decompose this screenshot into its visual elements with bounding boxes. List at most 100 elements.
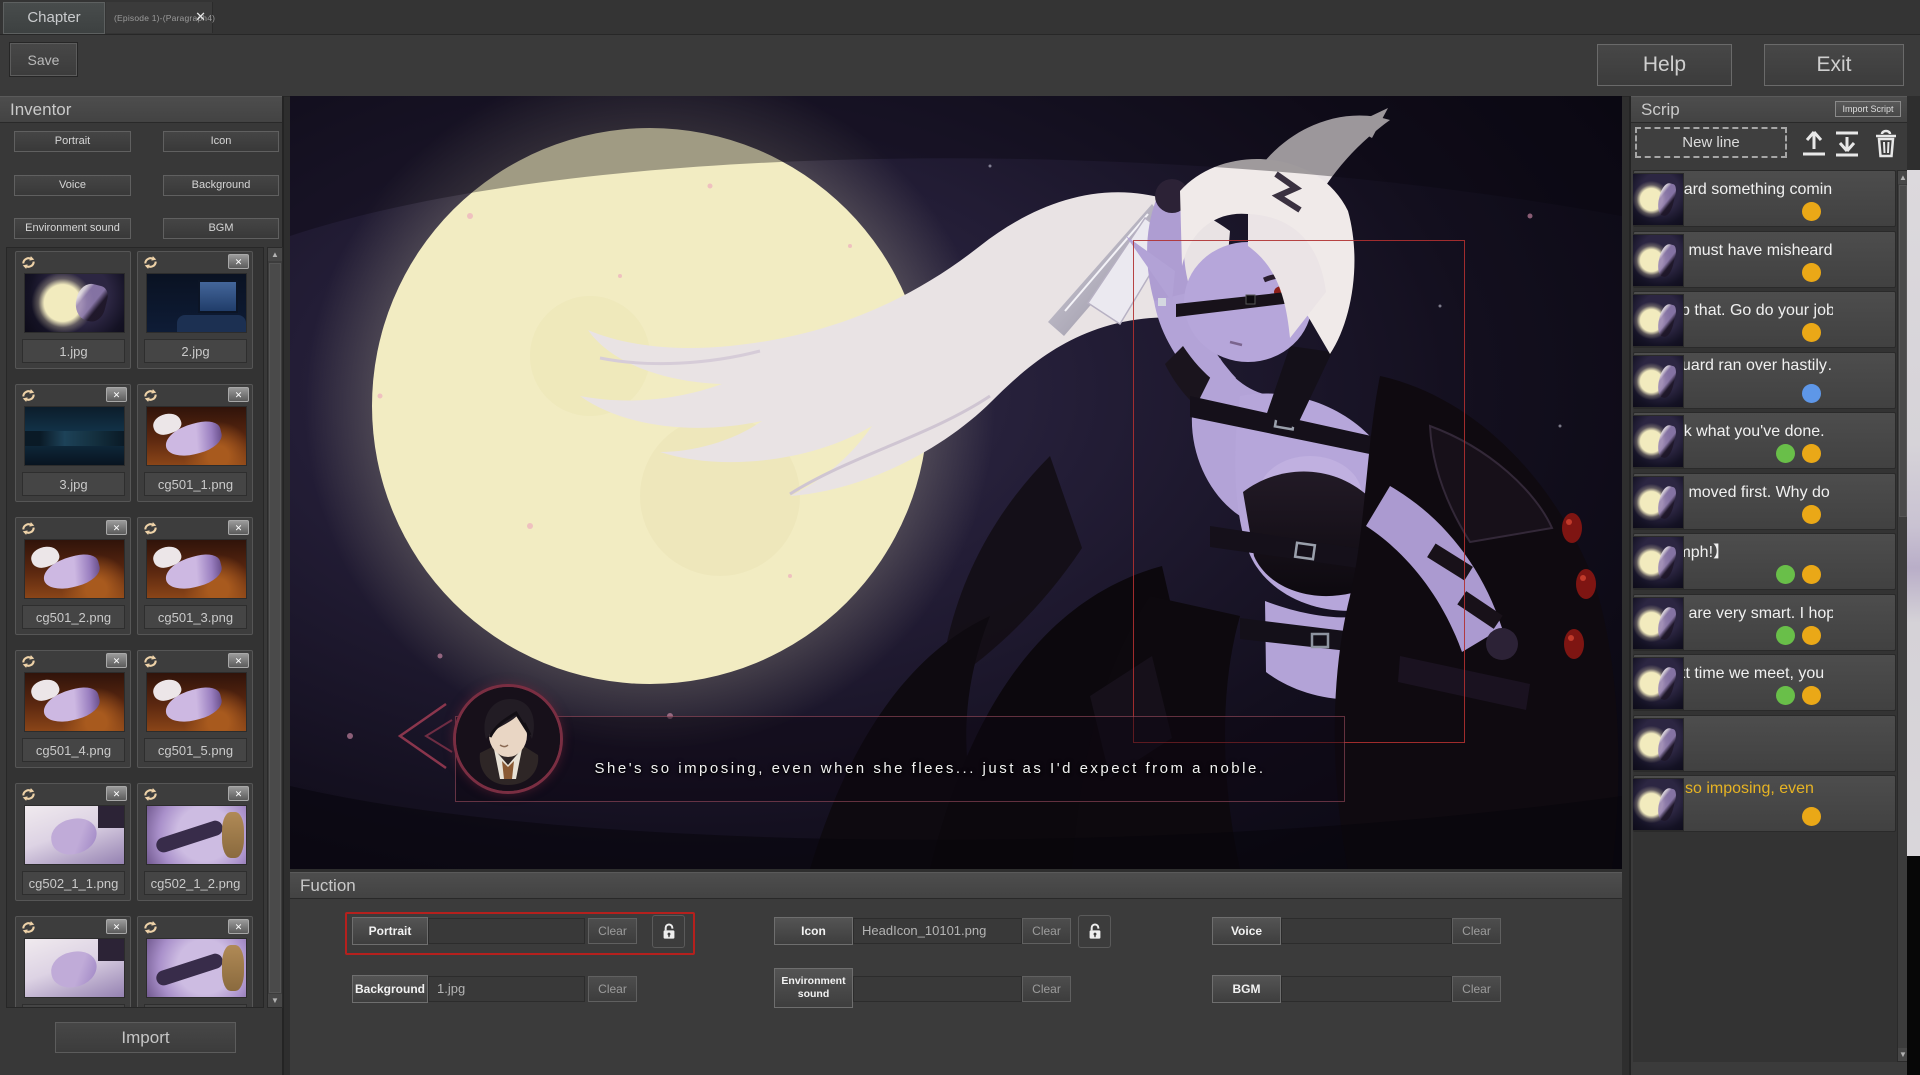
portrait-selection-rect[interactable]: [1133, 240, 1465, 743]
status-dot-yellow: [1802, 626, 1821, 645]
replace-icon[interactable]: [142, 254, 159, 271]
replace-icon[interactable]: [142, 387, 159, 404]
delete-asset-icon[interactable]: ✕: [228, 254, 249, 269]
script-line[interactable]: 【Next time we meet, you: [1633, 654, 1896, 711]
replace-icon[interactable]: [20, 254, 37, 271]
icon-field[interactable]: HeadIcon_10101.png: [853, 918, 1022, 944]
asset-card[interactable]: ✕cg501_3.png: [137, 517, 253, 635]
script-line-selected[interactable]: She's so imposing, even11: [1633, 775, 1896, 832]
category-environment-sound-button[interactable]: Environment sound: [14, 218, 131, 239]
script-line[interactable]: 【You are very smart. I hope: [1633, 594, 1896, 651]
script-line[interactable]: 【Stop that. Go do your job.: [1633, 291, 1896, 348]
import-button[interactable]: Import: [55, 1022, 236, 1053]
scrollbar-thumb[interactable]: [1899, 185, 1907, 517]
delete-line-icon[interactable]: [1871, 129, 1901, 159]
background-window-sliver: [1907, 96, 1920, 1075]
delete-asset-icon[interactable]: ✕: [228, 786, 249, 801]
replace-icon[interactable]: [142, 919, 159, 936]
icon-clear-button[interactable]: Clear: [1022, 918, 1071, 944]
scroll-up-icon[interactable]: ▲: [268, 248, 282, 261]
category-portrait-button[interactable]: Portrait: [14, 131, 131, 152]
delete-asset-icon[interactable]: ✕: [106, 387, 127, 402]
icon-button[interactable]: Icon: [774, 917, 853, 945]
import-script-button[interactable]: Import Script: [1835, 101, 1901, 117]
background-button[interactable]: Background: [352, 975, 428, 1003]
portrait-field[interactable]: [428, 918, 585, 944]
environment-sound-button[interactable]: Environment sound: [774, 968, 853, 1008]
category-bgm-button[interactable]: BGM: [163, 218, 279, 239]
delete-asset-icon[interactable]: ✕: [228, 520, 249, 535]
new-line-button[interactable]: New line: [1635, 127, 1787, 158]
voice-clear-button[interactable]: Clear: [1452, 918, 1501, 944]
asset-card[interactable]: ✕cg502_1_1.png: [15, 783, 131, 901]
status-dots: [1802, 384, 1821, 403]
script-line-thumbnail: [1633, 476, 1684, 529]
portrait-clear-button[interactable]: Clear: [588, 918, 637, 944]
scroll-down-icon[interactable]: ▼: [268, 994, 282, 1007]
asset-card[interactable]: ✕cg501_4.png: [15, 650, 131, 768]
script-line[interactable]: 【I heard something coming: [1633, 170, 1896, 227]
portrait-lock-button[interactable]: [652, 915, 685, 948]
asset-card[interactable]: ✕: [15, 916, 131, 1008]
asset-card[interactable]: 1.jpg: [15, 251, 131, 369]
status-dot-green: [1776, 686, 1795, 705]
background-clear-button[interactable]: Clear: [588, 976, 637, 1002]
inventor-scrollbar[interactable]: ▲ ▼: [267, 247, 283, 1008]
replace-icon[interactable]: [20, 387, 37, 404]
delete-asset-icon[interactable]: ✕: [228, 919, 249, 934]
replace-icon[interactable]: [20, 919, 37, 936]
tab-chapter-flowchart[interactable]: Chapter flowchart: [3, 2, 105, 34]
tab-episode-paragraph[interactable]: (Episode 1)-(Paragraph4) ✕: [106, 2, 213, 33]
delete-asset-icon[interactable]: ✕: [106, 653, 127, 668]
delete-asset-icon[interactable]: ✕: [106, 919, 127, 934]
replace-icon[interactable]: [142, 653, 159, 670]
scrollbar-thumb[interactable]: [269, 263, 281, 993]
bgm-field[interactable]: [1281, 976, 1452, 1002]
move-line-down-icon[interactable]: [1832, 129, 1862, 159]
close-tab-icon[interactable]: ✕: [195, 10, 206, 24]
delete-asset-icon[interactable]: ✕: [106, 520, 127, 535]
delete-asset-icon[interactable]: ✕: [106, 786, 127, 801]
replace-icon[interactable]: [142, 520, 159, 537]
replace-icon[interactable]: [142, 786, 159, 803]
category-voice-button[interactable]: Voice: [14, 175, 131, 196]
environment-sound-clear-button[interactable]: Clear: [1022, 976, 1071, 1002]
replace-icon[interactable]: [20, 653, 37, 670]
help-button[interactable]: Help: [1597, 44, 1732, 86]
asset-card[interactable]: ✕ 2.jpg: [137, 251, 253, 369]
asset-card[interactable]: ✕cg502_1_2.png: [137, 783, 253, 901]
status-dot-green: [1776, 444, 1795, 463]
asset-card[interactable]: ✕cg501_2.png: [15, 517, 131, 635]
portrait-button[interactable]: Portrait: [352, 917, 428, 945]
script-line[interactable]: 【Humph!】: [1633, 533, 1896, 590]
script-line[interactable]: 【Look what you've done.: [1633, 412, 1896, 469]
asset-card[interactable]: ✕cg501_5.png: [137, 650, 253, 768]
background-field[interactable]: 1.jpg: [428, 976, 585, 1002]
script-line[interactable]: ...: [1633, 715, 1896, 772]
exit-button[interactable]: Exit: [1764, 44, 1904, 86]
save-button[interactable]: Save: [10, 43, 77, 76]
category-icon-button[interactable]: Icon: [163, 131, 279, 152]
asset-filename: 2.jpg: [144, 339, 247, 363]
asset-filename: 1.jpg: [22, 339, 125, 363]
replace-icon[interactable]: [20, 520, 37, 537]
asset-card[interactable]: ✕cg501_1.png: [137, 384, 253, 502]
delete-asset-icon[interactable]: ✕: [228, 387, 249, 402]
script-line[interactable]: 【You moved first. Why do: [1633, 473, 1896, 530]
environment-sound-field[interactable]: [853, 976, 1022, 1002]
move-line-up-icon[interactable]: [1799, 129, 1829, 159]
asset-thumbnail: [24, 805, 125, 865]
bgm-clear-button[interactable]: Clear: [1452, 976, 1501, 1002]
voice-button[interactable]: Voice: [1212, 917, 1281, 945]
asset-thumbnail: [146, 938, 247, 998]
replace-icon[interactable]: [20, 786, 37, 803]
asset-card[interactable]: ✕3.jpg: [15, 384, 131, 502]
script-line[interactable]: 【You must have misheard,: [1633, 231, 1896, 288]
bgm-button[interactable]: BGM: [1212, 975, 1281, 1003]
voice-field[interactable]: [1281, 918, 1452, 944]
script-line[interactable]: The guard ran over hastily…: [1633, 352, 1896, 409]
delete-asset-icon[interactable]: ✕: [228, 653, 249, 668]
category-background-button[interactable]: Background: [163, 175, 279, 196]
asset-card[interactable]: ✕: [137, 916, 253, 1008]
icon-lock-button[interactable]: [1078, 915, 1111, 948]
